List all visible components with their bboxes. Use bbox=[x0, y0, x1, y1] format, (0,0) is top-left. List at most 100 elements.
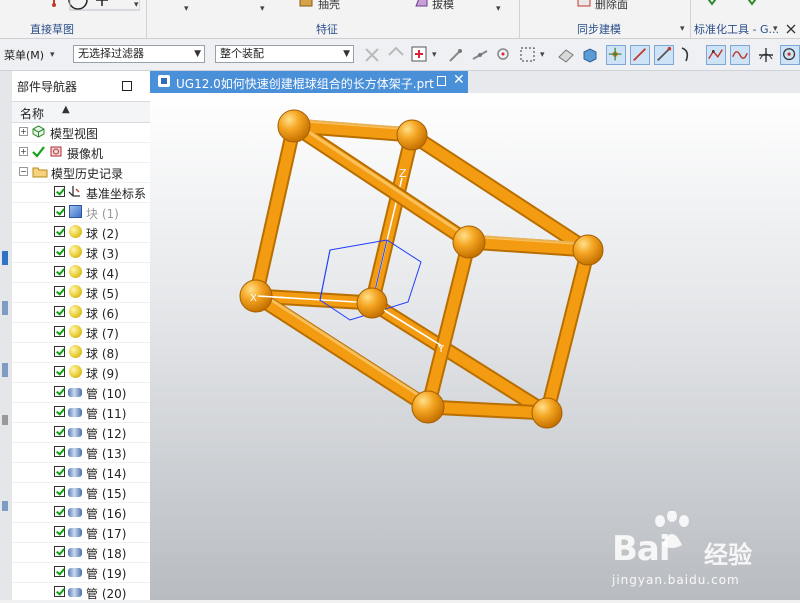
delete-face-button[interactable]: 删除面 bbox=[595, 0, 628, 12]
endpoint-snap-icon[interactable] bbox=[446, 45, 466, 65]
nav-item-sphere[interactable]: 球 (6) bbox=[12, 302, 150, 323]
tube[interactable] bbox=[288, 120, 475, 248]
sphere[interactable] bbox=[531, 397, 563, 429]
arc-center-snap-icon[interactable] bbox=[780, 45, 800, 65]
sphere[interactable] bbox=[396, 119, 428, 151]
visibility-checkbox[interactable] bbox=[54, 526, 65, 537]
sort-ascending-icon[interactable]: ▲ bbox=[62, 104, 70, 115]
visibility-checkbox[interactable] bbox=[54, 566, 65, 577]
line-end-snap-icon[interactable] bbox=[654, 45, 674, 65]
line-snap-icon[interactable] bbox=[630, 45, 650, 65]
visibility-checkbox[interactable] bbox=[54, 266, 65, 277]
nav-item-sphere[interactable]: 球 (2) bbox=[12, 222, 150, 243]
visibility-checkbox[interactable] bbox=[54, 306, 65, 317]
visibility-checkbox[interactable] bbox=[54, 326, 65, 337]
nav-item-block[interactable]: 块 (1) bbox=[12, 202, 150, 223]
nav-item-sphere[interactable]: 球 (9) bbox=[12, 362, 150, 383]
nav-item-sphere[interactable]: 球 (7) bbox=[12, 322, 150, 343]
ribbon-close-icon[interactable] bbox=[785, 23, 797, 35]
point-snap-icon[interactable] bbox=[410, 45, 430, 65]
spline-snap-icon[interactable] bbox=[730, 45, 750, 65]
tube[interactable] bbox=[250, 120, 300, 302]
menu-button[interactable]: 菜单(M) bbox=[4, 47, 44, 63]
draft-button[interactable]: 拔模 bbox=[432, 0, 454, 12]
nav-item-sphere[interactable]: 球 (8) bbox=[12, 342, 150, 363]
box-select-icon[interactable] bbox=[518, 45, 538, 65]
nav-item-cameras[interactable]: + 摄像机 bbox=[12, 142, 150, 163]
snap-caret[interactable]: ▾ bbox=[432, 50, 437, 60]
midpoint-snap-icon[interactable] bbox=[470, 45, 490, 65]
nav-item-tube[interactable]: 管 (16) bbox=[12, 502, 150, 523]
sphere[interactable] bbox=[572, 234, 604, 266]
visibility-checkbox[interactable] bbox=[54, 286, 65, 297]
resource-bar-tab[interactable] bbox=[2, 301, 8, 315]
tube-back-top[interactable] bbox=[406, 129, 594, 256]
nav-item-sphere[interactable]: 球 (5) bbox=[12, 282, 150, 303]
shell-button[interactable]: 抽壳 bbox=[318, 0, 340, 12]
visibility-checkbox[interactable] bbox=[54, 506, 65, 517]
resource-bar-tab[interactable] bbox=[2, 251, 8, 265]
visibility-checkbox[interactable] bbox=[54, 386, 65, 397]
ribbon-group-feature[interactable]: 特征 bbox=[316, 21, 338, 37]
type-filter-select[interactable]: 无选择过滤器 ▼ bbox=[73, 45, 205, 63]
ribbon-group-sync-modeling[interactable]: 同步建模 bbox=[577, 21, 621, 37]
nav-item-datum-csys[interactable]: 基准坐标系 bbox=[12, 182, 150, 203]
center-snap-icon[interactable] bbox=[494, 45, 514, 65]
resource-bar-tab[interactable] bbox=[2, 415, 8, 425]
nav-item-tube[interactable]: 管 (11) bbox=[12, 402, 150, 423]
tube[interactable] bbox=[422, 236, 475, 413]
tube[interactable] bbox=[250, 290, 434, 413]
std-caret[interactable]: ▾ bbox=[773, 24, 778, 34]
tab-close-icon[interactable]: ✕ bbox=[453, 72, 465, 88]
select-caret[interactable]: ▾ bbox=[540, 50, 545, 60]
visibility-checkbox[interactable] bbox=[54, 366, 65, 377]
selection-scope-select[interactable]: 整个装配 ▼ bbox=[215, 45, 354, 63]
resource-bar-tab[interactable] bbox=[2, 363, 8, 377]
snap-icon[interactable] bbox=[386, 45, 406, 65]
polyline-snap-icon[interactable] bbox=[706, 45, 726, 65]
expand-icon[interactable]: + bbox=[19, 147, 28, 156]
feature-caret-3[interactable]: ▾ bbox=[496, 4, 501, 14]
nav-item-model-views[interactable]: + 模型视图 bbox=[12, 122, 150, 143]
ribbon-group-direct-sketch[interactable]: 直接草图 bbox=[30, 21, 74, 37]
visibility-checkbox[interactable] bbox=[54, 466, 65, 477]
visibility-checkbox[interactable] bbox=[54, 426, 65, 437]
nav-item-tube[interactable]: 管 (13) bbox=[12, 442, 150, 463]
navigator-column-header[interactable]: 名称 ▲ bbox=[12, 101, 150, 123]
nav-item-tube[interactable]: 管 (14) bbox=[12, 462, 150, 483]
visibility-checkbox[interactable] bbox=[54, 406, 65, 417]
sketch-tools-icons[interactable] bbox=[40, 0, 140, 16]
sphere[interactable] bbox=[356, 287, 388, 319]
document-tab[interactable]: UG12.0如何快速创建棍球组合的长方体架子.prt ✕ bbox=[150, 71, 468, 93]
nav-item-model-history[interactable]: − 模型历史记录 bbox=[12, 162, 150, 183]
feature-caret-2[interactable]: ▾ bbox=[260, 4, 265, 14]
expand-icon[interactable]: + bbox=[19, 127, 28, 136]
nav-item-sphere[interactable]: 球 (3) bbox=[12, 242, 150, 263]
sphere[interactable] bbox=[277, 109, 311, 143]
ribbon-group-standard-tools[interactable]: 标准化工具 - G... bbox=[694, 21, 779, 37]
snap-point-icon[interactable] bbox=[606, 45, 626, 65]
eraser-icon[interactable] bbox=[556, 45, 576, 65]
visibility-checkbox[interactable] bbox=[54, 546, 65, 557]
standard-tools-icons[interactable] bbox=[702, 0, 772, 8]
tab-float-icon[interactable] bbox=[437, 76, 446, 86]
nav-item-tube[interactable]: 管 (19) bbox=[12, 562, 150, 583]
visibility-checkbox[interactable] bbox=[54, 246, 65, 257]
collapse-icon[interactable]: − bbox=[19, 167, 28, 176]
nav-item-tube[interactable]: 管 (17) bbox=[12, 522, 150, 543]
general-select-icon[interactable] bbox=[362, 45, 382, 65]
tube[interactable] bbox=[541, 244, 594, 419]
sphere[interactable] bbox=[411, 390, 445, 424]
resource-bar-tab[interactable] bbox=[2, 501, 8, 511]
nav-item-tube[interactable]: 管 (15) bbox=[12, 482, 150, 503]
visibility-checkbox[interactable] bbox=[54, 486, 65, 497]
visibility-checkbox[interactable] bbox=[54, 186, 65, 197]
visibility-checkbox[interactable] bbox=[54, 346, 65, 357]
sync-caret[interactable]: ▾ bbox=[680, 24, 685, 34]
solid-body-icon[interactable] bbox=[580, 45, 600, 65]
sphere[interactable] bbox=[452, 225, 486, 259]
visibility-checkbox[interactable] bbox=[54, 226, 65, 237]
nav-item-tube[interactable]: 管 (10) bbox=[12, 382, 150, 403]
visibility-checkbox[interactable] bbox=[54, 446, 65, 457]
tube[interactable] bbox=[422, 401, 553, 419]
